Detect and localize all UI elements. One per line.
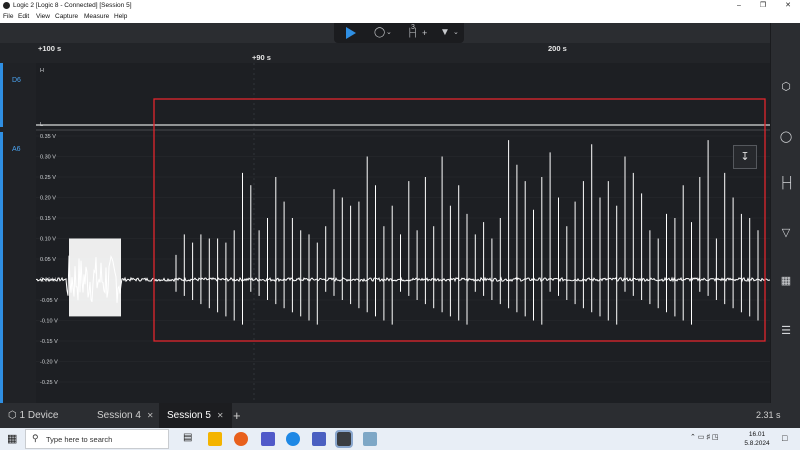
a6-tick-label: -0.10 V — [40, 319, 58, 325]
session-tabs: ⬡ 1 Device Session 4 ✕ Session 5 ✕ + 2.31 … — [0, 403, 800, 428]
menu-help[interactable]: Help — [114, 13, 127, 20]
ruler-left-label: +100 s — [38, 44, 62, 53]
capture-controls: ◯ ⌄ ├┤ 3 + ▼ ⌄ — [334, 23, 464, 43]
close-icon[interactable]: ✕ — [777, 0, 799, 12]
device-icon: ⬡ — [8, 410, 17, 421]
channel-a6-label[interactable]: A6 — [12, 146, 21, 153]
a6-tick-label: 0.10 V — [40, 237, 56, 243]
time-ruler[interactable]: +100 s +90 s 200 s — [0, 43, 770, 63]
logic-taskbar-icon[interactable] — [335, 430, 353, 448]
notifications-icon[interactable]: □ — [782, 433, 787, 443]
marker-icon[interactable]: ▼ — [440, 23, 450, 43]
teams-icon[interactable] — [261, 432, 275, 446]
taskbar-clock[interactable]: 16.01 5.8.2024 — [740, 430, 774, 448]
menu-edit[interactable]: Edit — [18, 13, 29, 20]
analyzers-icon[interactable]: ⬡ — [779, 80, 793, 94]
device-tab[interactable]: ⬡ 1 Device — [8, 403, 58, 428]
a6-tick-label: -0.05 V — [40, 298, 58, 304]
menu-view[interactable]: View — [36, 13, 50, 20]
ruler-mid-label: +90 s — [252, 53, 271, 62]
menu-capture[interactable]: Capture — [55, 13, 78, 20]
add-timing-marker-icon[interactable]: + — [422, 23, 427, 43]
search-icon: ⚲ — [32, 433, 39, 443]
highlight-box — [153, 98, 766, 342]
a6-tick-label: 0.25 V — [40, 175, 56, 181]
chevron-down-icon[interactable]: ⌄ — [453, 23, 459, 43]
a6-tick-label: 0.20 V — [40, 196, 56, 202]
windows-taskbar: ▦ ⚲ Type here to search ▤ ⌃ ▭ ♯ ◳ 16.01 … — [0, 428, 800, 450]
firefox-icon[interactable] — [234, 432, 248, 446]
right-sidebar: ⬡ ◯ ├┤ ▽ ▦ ☰ — [770, 23, 800, 403]
trigger-icon[interactable]: ◯ — [374, 23, 385, 43]
tab-session-5[interactable]: Session 5 ✕ — [159, 403, 232, 428]
file-explorer-icon[interactable] — [208, 432, 222, 446]
minimize-icon[interactable]: – — [728, 0, 750, 12]
timing-markers-icon[interactable]: ├┤ — [779, 176, 795, 190]
a6-tick-label: 0.15 V — [40, 216, 56, 222]
waveform-canvas[interactable]: H L 0.35 V0.30 V0.25 V0.20 V0.15 V0.10 V… — [36, 63, 770, 403]
play-icon[interactable] — [345, 27, 357, 39]
a6-noise-burst — [69, 238, 121, 317]
channel-label-column: D6 A6 — [0, 63, 36, 403]
windows-start-icon[interactable]: ▦ — [7, 432, 17, 445]
window-title: Logic 2 [Logic 8 - Connected] [Session 5… — [13, 2, 132, 9]
close-tab-icon[interactable]: ✕ — [147, 411, 154, 420]
menu-measure[interactable]: Measure — [84, 13, 109, 20]
add-tab-button[interactable]: + — [233, 403, 241, 428]
maximize-icon[interactable]: ❐ — [752, 0, 774, 12]
notes-icon[interactable]: ☰ — [779, 324, 793, 338]
task-view-icon[interactable]: ▤ — [183, 432, 192, 443]
fit-vertical-icon[interactable]: ↧ — [733, 145, 757, 169]
a6-tick-label: 0.30 V — [40, 155, 56, 161]
title-bar: Logic 2 [Logic 8 - Connected] [Session 5… — [0, 0, 800, 12]
timing-marker-count: 3 — [411, 24, 415, 31]
a6-channel-accent — [0, 132, 3, 403]
teams-classic-icon[interactable] — [312, 432, 326, 446]
taskbar-search-box[interactable]: ⚲ Type here to search — [25, 429, 169, 449]
trigger-settings-icon[interactable]: ◯ — [779, 130, 793, 144]
search-placeholder: Type here to search — [46, 435, 113, 444]
edge-icon[interactable] — [286, 432, 300, 446]
waveform-plot[interactable]: H L 0.35 V0.30 V0.25 V0.20 V0.15 V0.10 V… — [36, 63, 770, 403]
a6-tick-label: -0.15 V — [40, 339, 58, 345]
chevron-down-icon[interactable]: ⌄ — [386, 23, 392, 43]
a6-tick-label: -0.25 V — [40, 380, 58, 386]
capture-toolbar: ◯ ⌄ ├┤ 3 + ▼ ⌄ — [0, 23, 770, 43]
close-tab-icon[interactable]: ✕ — [217, 411, 224, 420]
channel-d6-label[interactable]: D6 — [12, 77, 21, 84]
extensions-icon[interactable]: ▦ — [779, 274, 793, 288]
d6-high-label: H — [40, 68, 44, 74]
menu-bar: File Edit View Capture Measure Help — [0, 12, 800, 23]
ruler-right-label: 200 s — [548, 44, 567, 53]
a6-tick-label: 0.35 V — [40, 134, 56, 140]
d6-channel-accent — [0, 63, 3, 127]
tab-session-4[interactable]: Session 4 ✕ — [97, 403, 154, 428]
a6-tick-label: -0.20 V — [40, 360, 58, 366]
notes-app-icon[interactable] — [363, 432, 377, 446]
menu-file[interactable]: File — [3, 13, 13, 20]
marker-list-icon[interactable]: ▽ — [779, 226, 793, 240]
a6-tick-label: 0.05 V — [40, 257, 56, 263]
capture-duration: 2.31 s — [756, 410, 781, 420]
logic-app-icon — [3, 2, 10, 9]
system-tray-icons[interactable]: ⌃ ▭ ♯ ◳ — [690, 433, 718, 441]
